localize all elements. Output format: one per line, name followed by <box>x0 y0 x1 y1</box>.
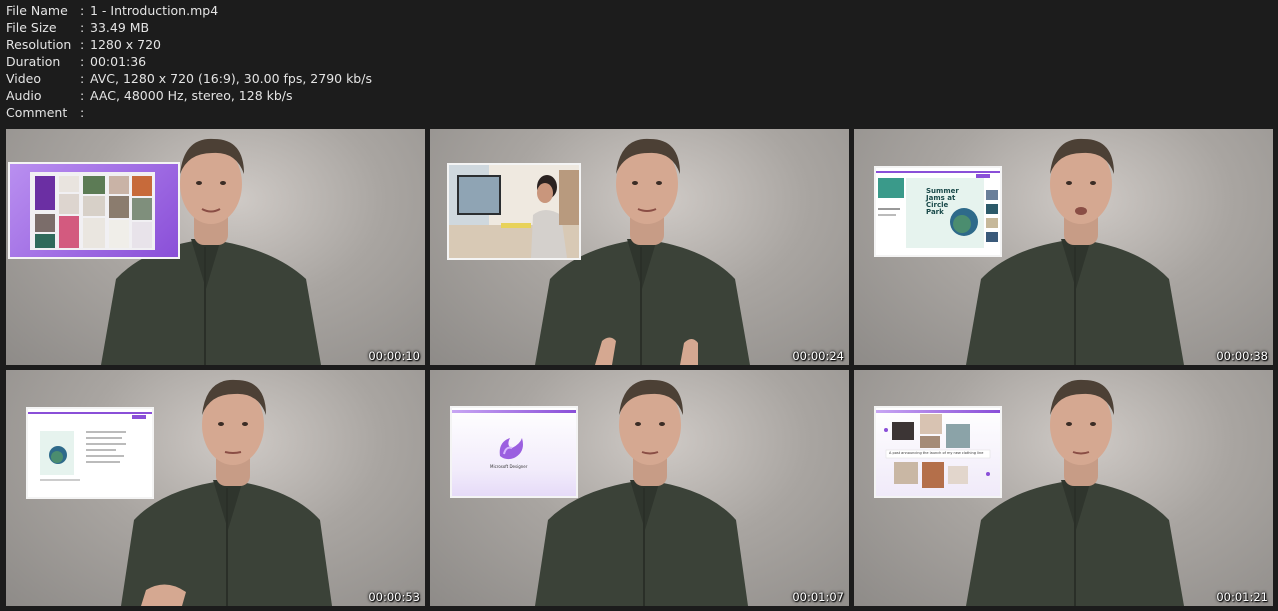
info-row-video: Video: AVC, 1280 x 720 (16:9), 30.00 fps,… <box>6 70 372 87</box>
info-key: Resolution <box>6 37 72 52</box>
office-photo-inset <box>447 163 581 260</box>
thumbnail-grid: 00:00:10 00:00:24 Summer Jams at Circle … <box>0 128 1278 611</box>
office-photo-image <box>449 165 579 258</box>
info-key: Audio <box>6 88 42 103</box>
timestamp-label: 00:01:07 <box>792 590 844 604</box>
info-row-file-name: File Name:1 - Introduction.mp4 <box>6 2 372 19</box>
info-separator: : <box>80 54 85 69</box>
timestamp-label: 00:00:24 <box>792 349 844 363</box>
designer-logo-icon <box>499 438 523 460</box>
info-value: AAC, 48000 Hz, stereo, 128 kb/s <box>90 88 293 103</box>
info-key: File Name <box>6 3 68 18</box>
file-info-panel: File Name:1 - Introduction.mp4 File Size… <box>6 2 372 121</box>
info-row-resolution: Resolution:1280 x 720 <box>6 36 372 53</box>
info-value: 00:01:36 <box>90 54 147 69</box>
designer-logo-inset: Microsoft Designer <box>450 406 578 498</box>
info-value: AVC, 1280 x 720 (16:9), 30.00 fps, 2790 … <box>90 71 372 86</box>
carousel-inset: A post announcing the launch of my new c… <box>874 406 1002 498</box>
info-key: Video <box>6 71 42 86</box>
carousel-caption: A post announcing the launch of my new c… <box>889 451 984 455</box>
timestamp-label: 00:01:21 <box>1216 590 1268 604</box>
logo-caption: Microsoft Designer <box>490 464 528 469</box>
info-value: 33.49 MB <box>90 20 150 35</box>
timestamp-label: 00:00:53 <box>368 590 420 604</box>
editor-layout-inset <box>26 407 154 499</box>
info-separator: : <box>80 71 85 86</box>
poster-title: Summer Jams at Circle Park <box>926 188 959 216</box>
video-thumbnail[interactable]: Summer Jams at Circle Park 00:00:38 <box>854 129 1273 365</box>
info-key: Comment <box>6 105 68 120</box>
info-value: 1280 x 720 <box>90 37 162 52</box>
info-key: File Size <box>6 20 57 35</box>
info-value: 1 - Introduction.mp4 <box>90 3 219 18</box>
design-grid-image <box>30 172 155 250</box>
video-thumbnail[interactable]: 00:00:53 <box>6 370 425 606</box>
info-separator: : <box>80 105 85 120</box>
video-thumbnail[interactable]: 00:00:10 <box>6 129 425 365</box>
poster-title-line: Park <box>926 208 944 216</box>
accent-bar <box>452 410 576 413</box>
info-row-comment: Comment: <box>6 104 372 121</box>
video-thumbnail[interactable]: Microsoft Designer 00:01:07 <box>430 370 849 606</box>
timestamp-label: 00:00:38 <box>1216 349 1268 363</box>
design-grid-inset <box>8 162 180 259</box>
info-separator: : <box>80 3 85 18</box>
editor-layout-image <box>28 409 152 497</box>
timestamp-label: 00:00:10 <box>368 349 420 363</box>
info-row-duration: Duration:00:01:36 <box>6 53 372 70</box>
info-separator: : <box>80 37 85 52</box>
video-thumbnail[interactable]: 00:00:24 <box>430 129 849 365</box>
poster-editor-inset: Summer Jams at Circle Park <box>874 166 1002 257</box>
info-key: Duration <box>6 54 61 69</box>
accent-bar <box>876 410 1000 413</box>
info-separator: : <box>80 88 85 103</box>
video-thumbnail[interactable]: A post announcing the launch of my new c… <box>854 370 1273 606</box>
info-row-audio: Audio: AAC, 48000 Hz, stereo, 128 kb/s <box>6 87 372 104</box>
info-row-file-size: File Size:33.49 MB <box>6 19 372 36</box>
info-separator: : <box>80 20 85 35</box>
